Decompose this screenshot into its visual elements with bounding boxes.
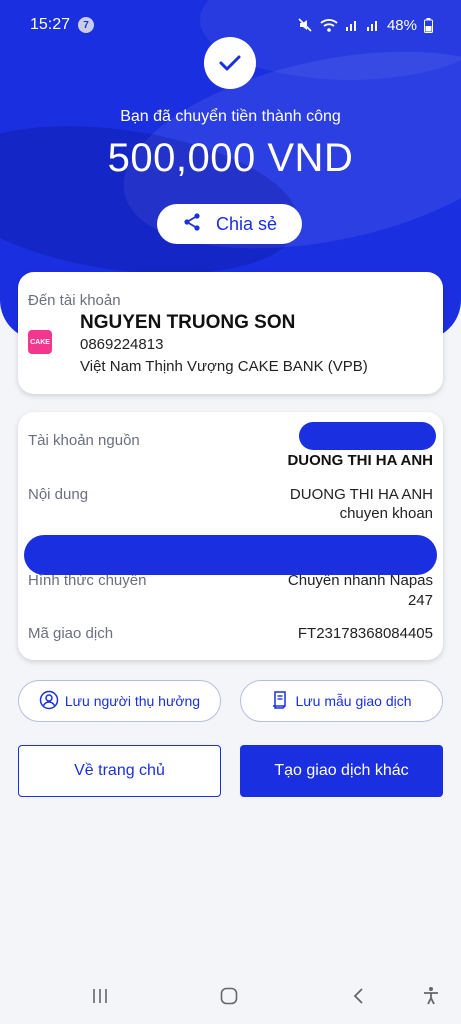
share-icon bbox=[182, 212, 202, 237]
recent-apps-icon[interactable] bbox=[90, 986, 110, 1011]
user-circle-icon bbox=[39, 690, 59, 713]
transaction-id-label: Mã giao dịch bbox=[28, 625, 114, 642]
accessibility-icon[interactable] bbox=[421, 986, 441, 1011]
save-payee-label: Lưu người thụ hưởng bbox=[64, 693, 201, 709]
success-message: Bạn đã chuyển tiền thành công bbox=[120, 108, 341, 125]
content-label: Nội dung bbox=[28, 486, 89, 503]
system-nav-bar bbox=[0, 970, 461, 1024]
signal-icon bbox=[366, 18, 380, 32]
home-button[interactable]: Về trang chủ bbox=[18, 745, 221, 797]
destination-card: Đến tài khoản CAKE NGUYEN TRUONG SON 086… bbox=[18, 272, 443, 394]
signal-icon bbox=[345, 18, 359, 32]
redacted-block bbox=[24, 535, 437, 575]
destination-label: Đến tài khoản bbox=[28, 292, 121, 309]
new-transaction-button[interactable]: Tạo giao dịch khác bbox=[240, 745, 443, 797]
save-template-button[interactable]: Lưu mẫu giao dịch bbox=[240, 680, 443, 722]
source-account-name: DUONG THI HA ANH bbox=[287, 452, 433, 469]
recipient-bank: Việt Nam Thịnh Vượng CAKE BANK (VPB) bbox=[80, 358, 368, 375]
success-check-icon bbox=[204, 37, 256, 89]
battery-percent: 48% bbox=[386, 16, 417, 34]
recipient-name: NGUYEN TRUONG SON bbox=[80, 312, 296, 333]
content-value-line1: DUONG THI HA ANH bbox=[289, 486, 433, 503]
content-value-line2: chuyen khoan bbox=[339, 505, 433, 522]
cake-bank-logo: CAKE bbox=[28, 330, 52, 354]
transfer-amount: 500,000 VND bbox=[107, 136, 354, 180]
receipt-icon bbox=[272, 690, 290, 713]
save-template-label: Lưu mẫu giao dịch bbox=[295, 693, 412, 709]
transaction-id-value: FT23178368084405 bbox=[297, 625, 433, 642]
share-label: Chia sẻ bbox=[215, 213, 278, 234]
mute-icon bbox=[297, 17, 313, 33]
home-nav-icon[interactable] bbox=[219, 986, 239, 1011]
notification-badge: 7 bbox=[78, 17, 95, 33]
status-time: 15:27 bbox=[30, 16, 71, 33]
transfer-method-line2: 247 bbox=[407, 592, 433, 609]
redacted-block bbox=[299, 422, 436, 450]
recipient-account: 0869224813 bbox=[80, 336, 164, 353]
save-payee-button[interactable]: Lưu người thụ hưởng bbox=[18, 680, 221, 722]
battery-icon bbox=[424, 17, 433, 33]
source-account-label: Tài khoản nguồn bbox=[28, 432, 140, 449]
back-icon[interactable] bbox=[349, 986, 369, 1011]
wifi-icon bbox=[320, 17, 338, 33]
share-button[interactable]: Chia sẻ bbox=[157, 204, 302, 244]
